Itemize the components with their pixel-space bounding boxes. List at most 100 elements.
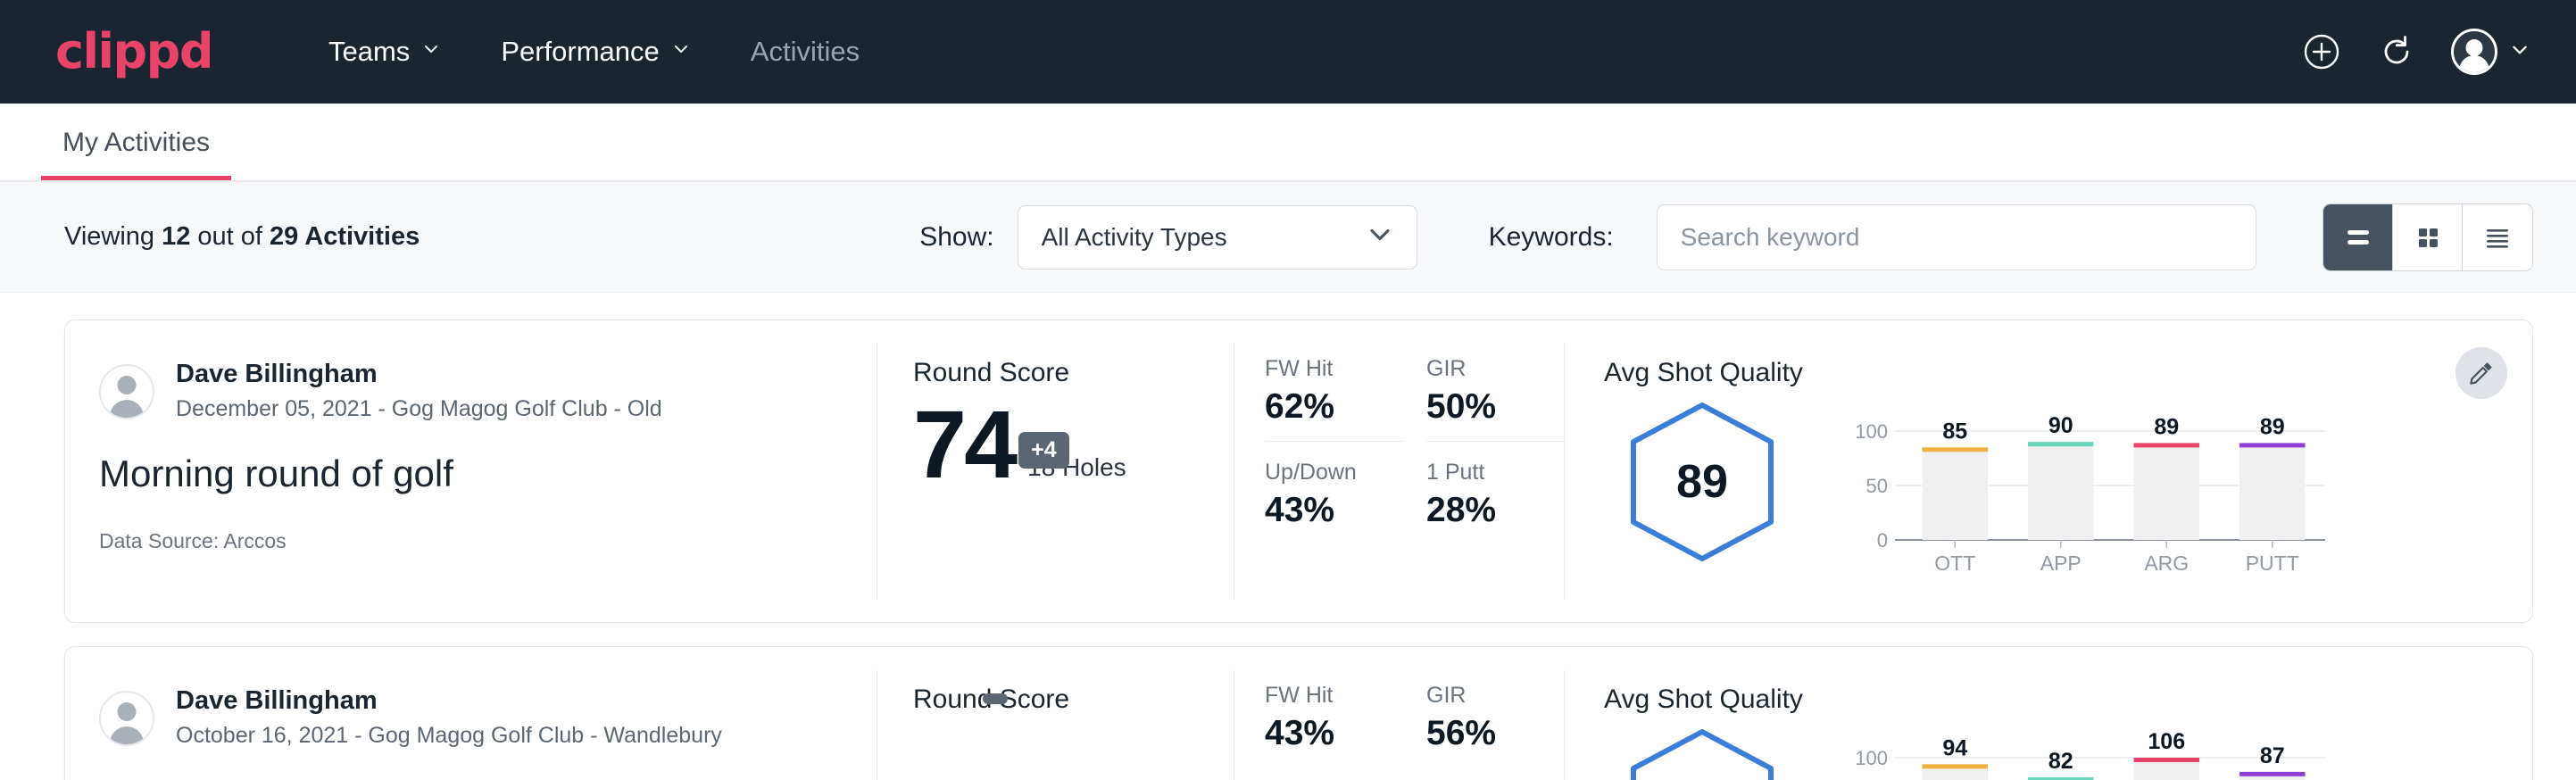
activity-type-select[interactable]: All Activity Types bbox=[1018, 205, 1417, 270]
shot-quality-bar-chart: 05010085OTT90APP89ARG89PUTT bbox=[1852, 401, 2334, 579]
stat-label: FW Hit bbox=[1265, 683, 1403, 709]
nav-item-label: Activities bbox=[751, 36, 860, 68]
stat-fw-hit: FW Hit 62% bbox=[1265, 356, 1403, 442]
bar-body bbox=[2239, 446, 2305, 540]
data-source: Data Source: Arccos bbox=[99, 529, 877, 553]
player-name: Dave Billingham bbox=[176, 358, 662, 390]
y-axis-tick-label: 50 bbox=[1866, 475, 1888, 497]
stat-value: 28% bbox=[1426, 491, 1565, 530]
edit-activity-button[interactable] bbox=[2456, 347, 2507, 399]
bar-cap bbox=[1923, 447, 1988, 452]
activity-type-value: All Activity Types bbox=[1042, 223, 1227, 252]
round-stats-panel: FW Hit 43% GIR 56% bbox=[1234, 647, 1565, 780]
compact-view-button[interactable] bbox=[2463, 204, 2532, 270]
player-header: Dave Billingham October 16, 2021 - Gog M… bbox=[99, 685, 877, 752]
bar-body bbox=[2134, 446, 2199, 540]
nav-item-activities[interactable]: Activities bbox=[720, 36, 890, 68]
avatar bbox=[99, 364, 154, 419]
list-view-button[interactable] bbox=[2323, 204, 2393, 270]
nav-item-performance[interactable]: Performance bbox=[470, 36, 719, 68]
stat-label: Up/Down bbox=[1265, 460, 1403, 485]
bar-value-label: 106 bbox=[2148, 729, 2185, 754]
activity-summary: Dave Billingham October 16, 2021 - Gog M… bbox=[65, 647, 877, 780]
bar-cap bbox=[2239, 772, 2305, 776]
bar-cap bbox=[2028, 442, 2093, 446]
stat-value: 50% bbox=[1426, 387, 1565, 427]
filter-bar: Viewing 12 out of 29 Activities Show: Al… bbox=[0, 182, 2576, 293]
activity-summary: Dave Billingham December 05, 2021 - Gog … bbox=[65, 320, 877, 622]
shot-quality-chart: 05010094OTT82APP106ARG87PUTT bbox=[1852, 727, 2334, 780]
avg-shot-quality-label: Avg Shot Quality bbox=[1604, 685, 2532, 715]
nav-item-label: Teams bbox=[328, 36, 410, 68]
stat-gir: GIR 56% bbox=[1426, 683, 1565, 768]
round-score-value: 74 bbox=[913, 399, 1015, 491]
chevron-down-icon bbox=[422, 40, 440, 58]
bar-body bbox=[2028, 445, 2093, 540]
stat-value: 56% bbox=[1426, 714, 1565, 753]
stat-up-down: Up/Down 43% bbox=[1265, 460, 1403, 544]
bar-value-label: 94 bbox=[1942, 735, 1967, 760]
activity-meta: December 05, 2021 - Gog Magog Golf Club … bbox=[176, 393, 662, 425]
x-axis-tick-label: APP bbox=[2040, 552, 2082, 575]
activity-card-list: Dave Billingham December 05, 2021 - Gog … bbox=[0, 293, 2576, 780]
show-label: Show: bbox=[919, 222, 993, 253]
shot-quality-hexagon bbox=[1604, 724, 1800, 780]
viewing-prefix: Viewing bbox=[64, 222, 162, 251]
add-icon[interactable] bbox=[2301, 31, 2342, 72]
chevron-down-icon bbox=[1367, 221, 1393, 253]
primary-nav: Teams Performance Activities bbox=[298, 36, 890, 68]
y-axis-tick-label: 0 bbox=[1877, 529, 1888, 552]
nav-item-teams[interactable]: Teams bbox=[298, 36, 470, 68]
chevron-down-icon bbox=[672, 40, 690, 58]
bar-cap bbox=[1923, 764, 1988, 768]
tab-bar: My Activities bbox=[0, 104, 2576, 182]
refresh-icon[interactable] bbox=[2376, 31, 2417, 72]
score-differential-badge: +4 bbox=[1018, 432, 1069, 469]
bar-body bbox=[2134, 761, 2199, 780]
activity-card[interactable]: Dave Billingham December 05, 2021 - Gog … bbox=[64, 319, 2533, 623]
stat-value: 43% bbox=[1265, 491, 1403, 530]
player-name: Dave Billingham bbox=[176, 685, 722, 717]
shot-quality-value: 89 bbox=[1676, 455, 1728, 509]
avg-shot-quality-label: Avg Shot Quality bbox=[1604, 358, 2532, 388]
clippd-logo[interactable]: clippd bbox=[55, 28, 212, 76]
tab-my-activities[interactable]: My Activities bbox=[41, 128, 231, 180]
account-menu[interactable] bbox=[2451, 29, 2528, 75]
activity-meta: October 16, 2021 - Gog Magog Golf Club -… bbox=[176, 719, 722, 751]
nav-item-label: Performance bbox=[501, 36, 659, 68]
round-score-panel: Round Score 74 +4 18 Holes bbox=[877, 320, 1234, 622]
bar-value-label: 85 bbox=[1942, 419, 1967, 444]
show-filter-group: Show: All Activity Types Keywords: bbox=[919, 204, 2256, 270]
bar-cap bbox=[2134, 758, 2199, 762]
player-header: Dave Billingham December 05, 2021 - Gog … bbox=[99, 358, 877, 426]
round-stats-panel: FW Hit 62% GIR 50% Up/Down 43% 1 Putt 28… bbox=[1234, 320, 1565, 622]
stat-label: FW Hit bbox=[1265, 356, 1403, 382]
round-score-value-row: 74 +4 18 Holes bbox=[913, 399, 1234, 491]
activity-title: Morning round of golf bbox=[99, 452, 877, 495]
stat-value: 43% bbox=[1265, 714, 1403, 753]
bar-cap bbox=[2239, 443, 2305, 447]
stat-gir: GIR 50% bbox=[1426, 356, 1565, 442]
viewing-mid: out of bbox=[190, 222, 270, 251]
x-axis-tick-label: OTT bbox=[1934, 552, 1975, 575]
viewing-count: 12 bbox=[162, 222, 190, 251]
shot-quality-panel: Avg Shot Quality 89 05010085OTT90APP89AR… bbox=[1565, 320, 2532, 622]
keywords-label: Keywords: bbox=[1489, 222, 1614, 253]
bar-value-label: 89 bbox=[2154, 414, 2179, 439]
activity-card[interactable]: Dave Billingham October 16, 2021 - Gog M… bbox=[64, 646, 2533, 780]
app-root: clippd Teams Performance Activities bbox=[0, 0, 2576, 780]
stat-label: GIR bbox=[1426, 683, 1565, 709]
round-score-label: Round Score bbox=[913, 685, 1234, 715]
round-score-panel: Round Score bbox=[877, 647, 1234, 780]
grid-view-button[interactable] bbox=[2393, 204, 2463, 270]
shot-quality-bar-chart: 05010094OTT82APP106ARG87PUTT bbox=[1852, 727, 2334, 780]
y-axis-tick-label: 100 bbox=[1855, 747, 1888, 769]
search-input[interactable] bbox=[1657, 204, 2256, 270]
y-axis-tick-label: 100 bbox=[1855, 420, 1888, 443]
view-mode-toggle bbox=[2323, 203, 2533, 271]
top-navigation-bar: clippd Teams Performance Activities bbox=[0, 0, 2576, 104]
bar-body bbox=[1923, 451, 1988, 540]
bar-value-label: 89 bbox=[2260, 414, 2285, 439]
viewing-count-text: Viewing 12 out of 29 Activities bbox=[64, 222, 420, 252]
bar-value-label: 90 bbox=[2048, 413, 2073, 438]
